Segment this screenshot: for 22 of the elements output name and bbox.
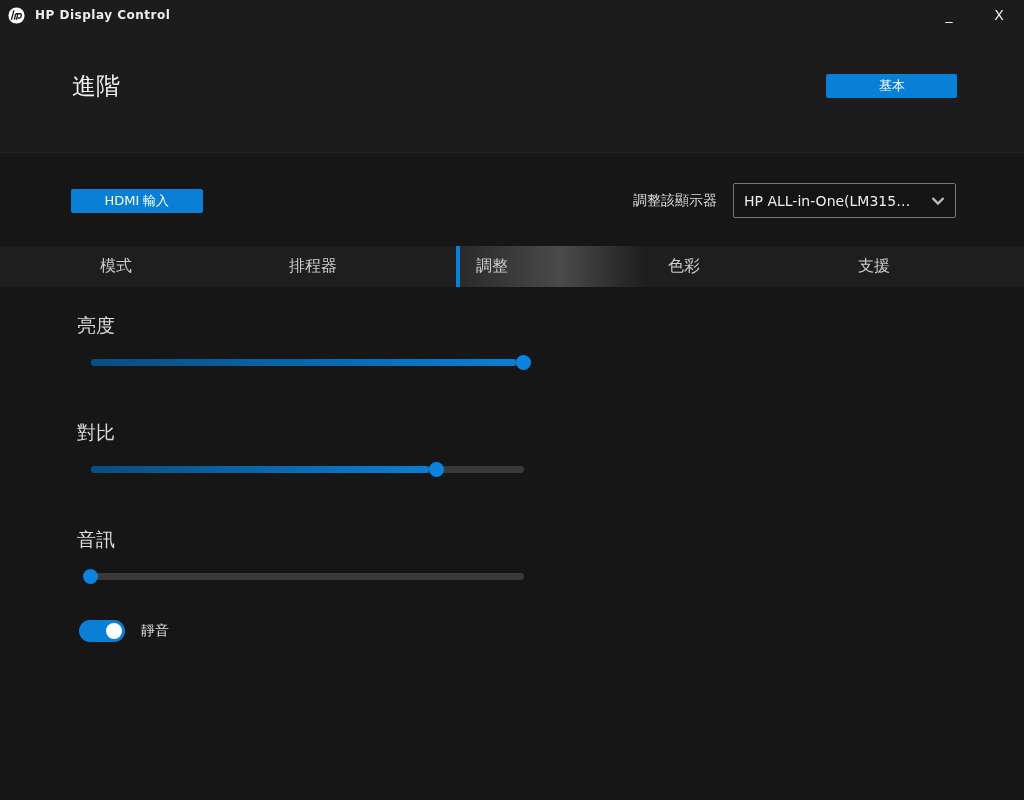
slider-thumb[interactable] (516, 355, 531, 370)
input-source-button[interactable]: HDMI 輸入 (71, 188, 203, 213)
basic-mode-button[interactable]: 基本 (826, 74, 957, 98)
mute-toggle[interactable] (79, 620, 125, 642)
slider-thumb[interactable] (429, 462, 445, 477)
page-title: 進階 (72, 71, 120, 102)
close-button[interactable]: X (974, 7, 1024, 23)
minimize-button[interactable]: _ (924, 7, 974, 23)
window-title: HP Display Control (35, 8, 171, 22)
slider-label: 亮度 (77, 313, 115, 338)
display-select-label: 調整該顯示器 (633, 191, 717, 210)
tab[interactable]: 色彩 (645, 246, 835, 287)
tab[interactable]: 支援 (834, 246, 1024, 287)
tab[interactable]: 排程器 (266, 246, 456, 287)
slider-label: 對比 (77, 420, 115, 445)
slider-thumb[interactable] (83, 569, 98, 584)
display-dropdown[interactable]: HP ALL-in-One(LM315… (733, 183, 956, 218)
mute-label: 靜音 (141, 622, 169, 640)
slider-label: 音訊 (77, 527, 115, 552)
logo-icon (8, 6, 25, 24)
chevron-down-icon (931, 195, 945, 206)
tab[interactable]: 模式 (77, 246, 267, 287)
